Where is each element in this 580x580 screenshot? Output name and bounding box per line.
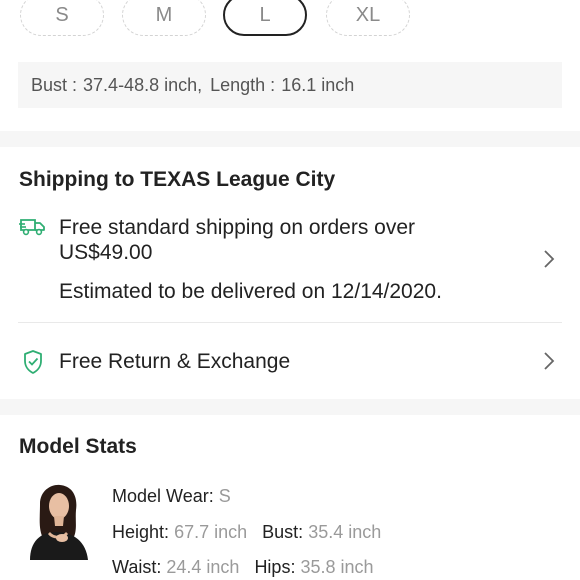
bust-label: Bust : (31, 74, 78, 95)
size-option-l[interactable]: L (223, 0, 307, 36)
delivery-estimate: Estimated to be delivered on 12/14/2020. (59, 280, 442, 303)
row-divider (18, 322, 562, 323)
shipping-line-2: US$49.00 (59, 241, 153, 264)
returns-label: Free Return & Exchange (59, 350, 291, 373)
model-height-bust: Height: 67.7 inch Bust: 35.4 inch (112, 522, 381, 543)
length-label: Length : (210, 74, 276, 95)
model-bust-label: Bust: (262, 522, 304, 542)
waist-value: 24.4 inch (166, 557, 240, 577)
chevron-right-icon[interactable] (542, 351, 556, 371)
section-divider (0, 399, 580, 415)
size-option-m[interactable]: M (122, 0, 206, 36)
model-wear: Model Wear: S (112, 486, 231, 507)
chevron-right-icon[interactable] (542, 249, 556, 269)
height-value: 67.7 inch (174, 522, 248, 542)
model-stats-title: Model Stats (19, 435, 137, 458)
model-wear-label: Model Wear: (112, 486, 214, 506)
section-divider (0, 131, 580, 147)
hips-value: 35.8 inch (300, 557, 374, 577)
truck-icon (19, 215, 47, 237)
model-photo (22, 482, 94, 560)
size-option-s[interactable]: S (20, 0, 104, 36)
shield-check-icon (22, 349, 44, 375)
shipping-line-1: Free standard shipping on orders over (59, 216, 416, 239)
waist-label: Waist: (112, 557, 162, 577)
model-waist-hips: Waist: 24.4 inch Hips: 35.8 inch (112, 557, 374, 578)
shipping-title: Shipping to TEXAS League City (19, 168, 336, 191)
height-label: Height: (112, 522, 170, 542)
hips-label: Hips: (254, 557, 296, 577)
model-wear-value: S (218, 486, 231, 506)
size-option-xl[interactable]: XL (326, 0, 410, 36)
model-bust-value: 35.4 inch (308, 522, 382, 542)
bust-value: 37.4-48.8 inch, (83, 74, 203, 95)
length-value: 16.1 inch (281, 74, 355, 95)
size-measurements: Bust : 37.4-48.8 inch, Length : 16.1 inc… (18, 62, 562, 108)
